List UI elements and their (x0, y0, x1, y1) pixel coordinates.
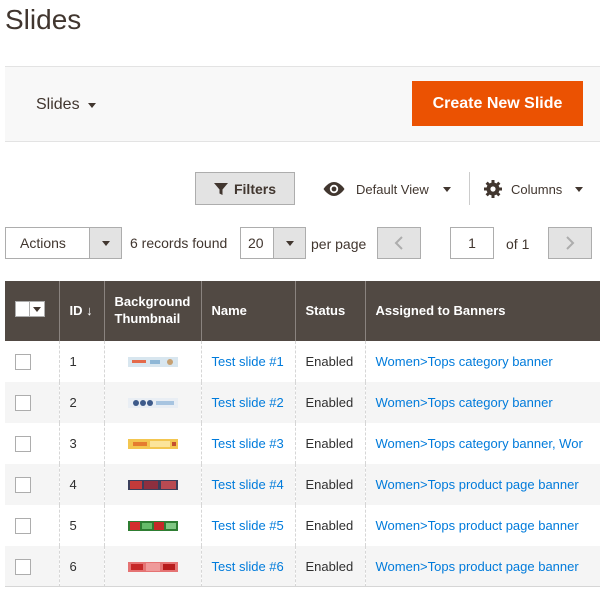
gear-icon (484, 180, 502, 198)
slide-thumbnail (127, 356, 178, 367)
current-page-input[interactable]: 1 (450, 227, 494, 259)
row-status: Enabled (295, 341, 366, 382)
chevron-left-icon (394, 236, 403, 250)
caret-down-icon (285, 240, 294, 246)
previous-page-button[interactable] (377, 227, 421, 259)
column-header-status[interactable]: Status (295, 281, 366, 341)
page-title: Slides (5, 4, 82, 35)
toolbar-divider (469, 172, 470, 205)
filter-icon (213, 182, 228, 195)
slide-thumbnail (127, 520, 178, 531)
row-checkbox[interactable] (15, 476, 31, 493)
grid-bottom-border (5, 586, 600, 587)
slide-name-link[interactable]: Test slide #3 (212, 436, 284, 451)
per-page-toggle[interactable] (273, 228, 305, 258)
next-page-button[interactable] (548, 227, 592, 259)
banner-link[interactable]: Women>Tops category banner, Wor (376, 436, 583, 451)
column-header-banners[interactable]: Assigned to Banners (365, 281, 600, 341)
banner-link[interactable]: Women>Tops product page banner (376, 559, 579, 574)
row-id: 1 (59, 341, 105, 382)
mass-actions-dropdown[interactable]: Actions (5, 227, 122, 259)
row-status: Enabled (295, 505, 366, 546)
table-row[interactable]: 6 Test slide #6 Enabled Women>Tops produ… (5, 546, 600, 587)
mass-select-checkbox[interactable] (16, 302, 30, 317)
slide-name-link[interactable]: Test slide #1 (212, 354, 284, 369)
per-page-value: 20 (248, 235, 264, 251)
total-pages: of 1 (506, 236, 530, 252)
grid-header-row: ID ↓ Background Thumbnail Name Status As… (5, 281, 600, 341)
caret-down-icon (101, 240, 110, 246)
table-row[interactable]: 4 Test slide #4 Enabled Women>Tops produ… (5, 464, 600, 505)
create-new-slide-button[interactable]: Create New Slide (412, 81, 583, 126)
page-actions-bar: Slides Create New Slide (5, 66, 600, 142)
columns-label: Columns (511, 181, 563, 197)
sort-arrow-icon: ↓ (86, 302, 93, 318)
row-id: 4 (59, 464, 105, 505)
table-row[interactable]: 3 Test slide #3 Enabled Women>Tops categ… (5, 423, 600, 464)
mass-select-control[interactable] (15, 301, 45, 318)
id-header-label: ID (69, 302, 83, 318)
row-status: Enabled (295, 464, 366, 505)
row-id: 2 (59, 382, 105, 423)
chevron-right-icon (566, 236, 575, 250)
slide-name-link[interactable]: Test slide #4 (212, 477, 284, 492)
store-switcher[interactable]: Slides (36, 96, 96, 114)
row-id: 6 (59, 546, 105, 587)
columns-control[interactable]: Columns (484, 180, 584, 198)
banner-link[interactable]: Women>Tops product page banner (376, 477, 579, 492)
filters-label: Filters (233, 180, 276, 197)
caret-down-icon (442, 186, 451, 192)
slides-grid: ID ↓ Background Thumbnail Name Status As… (5, 281, 600, 587)
banner-link[interactable]: Women>Tops product page banner (376, 518, 579, 533)
column-header-name[interactable]: Name (201, 281, 296, 341)
view-label: Default View (356, 181, 429, 197)
slide-thumbnail (127, 397, 178, 408)
row-checkbox[interactable] (15, 353, 31, 370)
eye-icon (323, 182, 345, 196)
actions-label: Actions (20, 235, 66, 251)
table-row[interactable]: 2 Test slide #2 Enabled Women>Tops categ… (5, 382, 600, 423)
column-header-thumbnail[interactable]: Background Thumbnail (104, 281, 202, 341)
row-id: 3 (59, 423, 105, 464)
row-id: 5 (59, 505, 105, 546)
row-checkbox[interactable] (15, 558, 31, 575)
slide-name-link[interactable]: Test slide #6 (212, 559, 284, 574)
filters-button[interactable]: Filters (195, 172, 295, 205)
row-status: Enabled (295, 423, 366, 464)
row-checkbox[interactable] (15, 517, 31, 534)
view-switcher[interactable]: Default View (322, 181, 451, 197)
column-header-id[interactable]: ID ↓ (59, 281, 105, 341)
switcher-label: Slides (36, 96, 80, 113)
actions-toggle[interactable] (89, 228, 121, 258)
caret-down-icon (575, 186, 584, 192)
row-checkbox[interactable] (15, 394, 31, 411)
table-row[interactable]: 1 Test slide #1 Enabled Women>Tops categ… (5, 341, 600, 382)
row-status: Enabled (295, 382, 366, 423)
slide-name-link[interactable]: Test slide #2 (212, 395, 284, 410)
per-page-label: per page (311, 236, 367, 252)
slide-thumbnail (127, 479, 178, 490)
caret-down-icon[interactable] (30, 302, 44, 316)
slide-thumbnail (127, 561, 178, 572)
row-status: Enabled (295, 546, 366, 587)
slide-name-link[interactable]: Test slide #5 (212, 518, 284, 533)
mass-select-header[interactable] (5, 281, 60, 341)
caret-down-icon (87, 102, 96, 108)
banner-link[interactable]: Women>Tops category banner (376, 395, 553, 410)
table-row[interactable]: 5 Test slide #5 Enabled Women>Tops produ… (5, 505, 600, 546)
row-checkbox[interactable] (15, 435, 31, 452)
per-page-select[interactable]: 20 (240, 227, 306, 259)
slide-thumbnail (127, 438, 178, 449)
banner-link[interactable]: Women>Tops category banner (376, 354, 553, 369)
records-found: 6 records found (130, 235, 228, 251)
